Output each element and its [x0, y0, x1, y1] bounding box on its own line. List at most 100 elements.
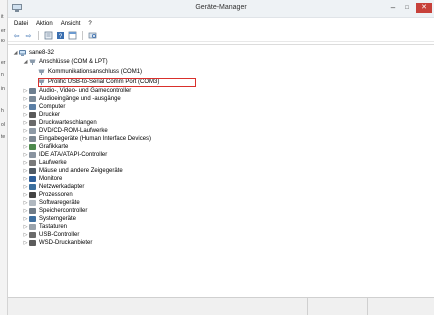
collapsed-arrow-icon[interactable]: ▷ [22, 176, 29, 182]
left-strip-text: er [1, 60, 6, 66]
tree-item-category[interactable]: ▷ Monitore [22, 175, 62, 183]
tree-item-category[interactable]: ▷ Druckwarteschlangen [22, 119, 97, 127]
title-bar[interactable]: Geräte-Manager – □ ✕ [8, 0, 434, 18]
tree-item-label: Eingabegeräte (Human Interface Devices) [39, 136, 152, 142]
tree-item-label: Audioeingänge und -ausgänge [39, 96, 121, 102]
tree-item-category[interactable]: ▷ Eingabegeräte (Human Interface Devices) [22, 135, 151, 143]
tree-item-category[interactable]: ▷ Netzwerkadapter [22, 183, 84, 191]
expanded-arrow-icon[interactable]: ◢ [12, 50, 19, 56]
left-strip-text: n [1, 72, 4, 78]
tree-item-com1[interactable]: Kommunikationsanschluss (COM1) [38, 68, 142, 76]
tree-item-category[interactable]: ▷ Systemgeräte [22, 215, 76, 223]
ide-controller-icon [29, 152, 36, 158]
scan-hardware-icon[interactable] [88, 31, 97, 40]
tree-item-label: Prozessoren [39, 192, 73, 198]
collapsed-arrow-icon[interactable]: ▷ [22, 184, 29, 190]
graphics-card-icon [29, 144, 36, 150]
left-strip-text: ю [1, 38, 5, 44]
toolbar-separator [38, 31, 39, 40]
collapsed-arrow-icon[interactable]: ▷ [22, 240, 29, 246]
tree-item-ports[interactable]: ◢ Anschlüsse (COM & LPT) [22, 58, 108, 66]
menu-help[interactable]: ? [88, 21, 91, 27]
collapsed-arrow-icon[interactable]: ▷ [22, 104, 29, 110]
collapsed-arrow-icon[interactable]: ▷ [22, 136, 29, 142]
tree-item-label: Tastaturen [39, 224, 68, 230]
collapsed-arrow-icon[interactable]: ▷ [22, 200, 29, 206]
left-strip-text: it [1, 14, 4, 20]
tree-item-category[interactable]: ▷ Laufwerke [22, 159, 67, 167]
tree-item-label: Softwaregeräte [39, 200, 80, 206]
keyboard-icon [29, 224, 36, 230]
tree-item-label: Computer [39, 104, 66, 110]
window-title: Geräte-Manager [195, 4, 247, 11]
left-strip-text: ol [1, 122, 5, 128]
collapsed-arrow-icon[interactable]: ▷ [22, 112, 29, 118]
tree-item-category[interactable]: ▷ Softwaregeräte [22, 199, 80, 207]
back-icon[interactable]: ⇦ [12, 31, 21, 40]
tree-item-category[interactable]: ▷ WSD-Druckanbieter [22, 239, 92, 247]
wsd-printer-icon [29, 240, 36, 246]
properties-icon[interactable] [44, 31, 53, 40]
tree-item-category[interactable]: ▷ Drucker [22, 111, 60, 119]
status-cell [368, 298, 434, 315]
collapsed-arrow-icon[interactable]: ▷ [22, 208, 29, 214]
tree-item-label: Kommunikationsanschluss (COM1) [48, 69, 143, 75]
collapsed-arrow-icon[interactable]: ▷ [22, 224, 29, 230]
dvd-drive-icon [29, 128, 36, 134]
left-strip-text: h [1, 108, 4, 114]
tree-item-category[interactable]: ▷ Audioeingänge und -ausgänge [22, 95, 121, 103]
printer-icon [29, 112, 36, 118]
collapsed-arrow-icon[interactable]: ▷ [22, 232, 29, 238]
tree-item-category[interactable]: ▷ Computer [22, 103, 65, 111]
tree-item-category[interactable]: ▷ USB-Controller [22, 231, 79, 239]
help-icon[interactable]: ? [56, 31, 65, 40]
tree-item-category[interactable]: ▷ DVD/CD-ROM-Laufwerke [22, 127, 108, 135]
collapsed-arrow-icon[interactable]: ▷ [22, 152, 29, 158]
close-button[interactable]: ✕ [416, 3, 432, 13]
tree-item-category[interactable]: ▷ Tastaturen [22, 223, 67, 231]
port-icon [29, 59, 36, 65]
tree-item-label: Monitore [39, 176, 63, 182]
menu-aktion[interactable]: Aktion [36, 21, 53, 27]
disk-drive-icon [29, 160, 36, 166]
monitor-icon [29, 176, 36, 182]
menu-datei[interactable]: Datei [14, 21, 28, 27]
tree-item-category[interactable]: ▷ Mäuse und andere Zeigegeräte [22, 167, 123, 175]
menu-ansicht[interactable]: Ansicht [61, 21, 81, 27]
tree-root[interactable]: ◢ sane8-32 [12, 49, 54, 57]
collapsed-arrow-icon[interactable]: ▷ [22, 88, 29, 94]
tree-item-category[interactable]: ▷ Audio-, Video- und Gamecontroller [22, 87, 131, 95]
collapsed-arrow-icon[interactable]: ▷ [22, 120, 29, 126]
storage-controller-icon [29, 208, 36, 214]
mouse-icon [29, 168, 36, 174]
collapsed-arrow-icon[interactable]: ▷ [22, 192, 29, 198]
collapsed-arrow-icon[interactable]: ▷ [22, 144, 29, 150]
tree-item-label: Grafikkarte [39, 144, 69, 150]
left-strip-text: er [1, 28, 6, 34]
software-device-icon [29, 200, 36, 206]
expanded-arrow-icon[interactable]: ◢ [22, 59, 29, 65]
collapsed-arrow-icon[interactable]: ▷ [22, 160, 29, 166]
maximize-button[interactable]: □ [400, 3, 414, 13]
left-strip-text: te [1, 134, 6, 140]
tree-item-label: WSD-Druckanbieter [39, 240, 93, 246]
collapsed-arrow-icon[interactable]: ▷ [22, 168, 29, 174]
tree-item-label: Audio-, Video- und Gamecontroller [39, 88, 132, 94]
usb-icon [29, 232, 36, 238]
collapsed-arrow-icon[interactable]: ▷ [22, 216, 29, 222]
port-icon [38, 69, 45, 75]
view-icon[interactable] [68, 31, 77, 40]
tree-item-label: IDE ATA/ATAPI-Controller [39, 152, 108, 158]
tree-item-category[interactable]: ▷ Speichercontroller [22, 207, 87, 215]
tree-item-category[interactable]: ▷ Prozessoren [22, 191, 73, 199]
computer-icon [19, 50, 26, 56]
collapsed-arrow-icon[interactable]: ▷ [22, 128, 29, 134]
device-tree[interactable]: ◢ sane8-32 ◢ Anschlüsse (COM & LPT) Komm… [8, 44, 434, 297]
collapsed-arrow-icon[interactable]: ▷ [22, 96, 29, 102]
left-strip-text: in [1, 86, 5, 92]
tree-item-category[interactable]: ▷ Grafikkarte [22, 143, 68, 151]
tree-item-category[interactable]: ▷ IDE ATA/ATAPI-Controller [22, 151, 107, 159]
speaker-icon [29, 96, 36, 102]
forward-icon[interactable]: ⇨ [24, 31, 33, 40]
minimize-button[interactable]: – [386, 3, 400, 13]
